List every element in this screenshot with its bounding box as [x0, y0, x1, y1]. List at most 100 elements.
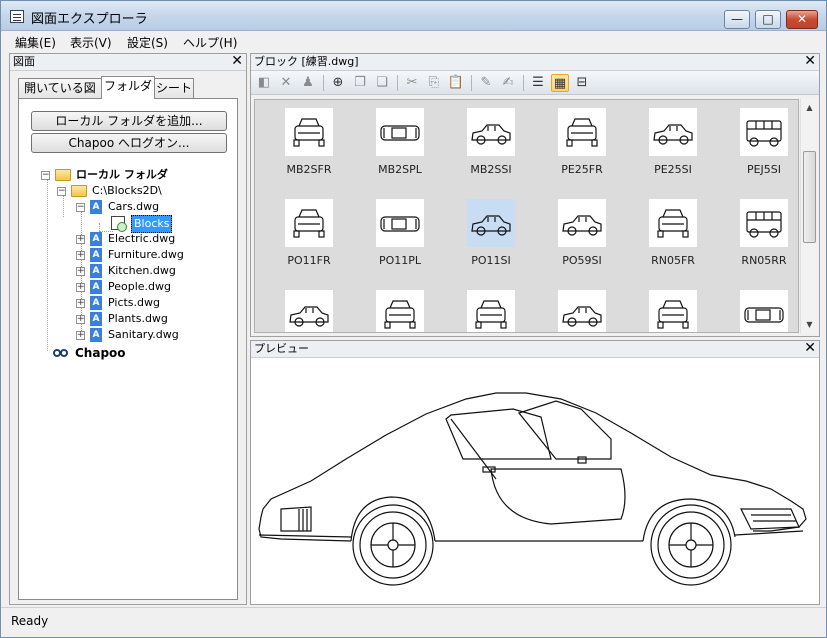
tree-node-path[interactable]: − C:\Blocks2D\ [57, 183, 227, 199]
block-thumbnail[interactable]: PO11FR [264, 199, 354, 279]
close-button[interactable]: ✕ [786, 10, 818, 29]
purge-icon[interactable]: ♟ [299, 74, 317, 92]
expand-icon[interactable]: + [76, 299, 85, 308]
block-thumbnail[interactable]: RN05RR [719, 199, 798, 279]
cut-icon[interactable]: ✂ [403, 74, 421, 92]
tree-label-file: Plants.dwg [108, 312, 168, 325]
tree-node-local-folder[interactable]: − ローカル フォルダ [41, 167, 231, 183]
edit-icon[interactable]: ✎ [477, 74, 495, 92]
blocks-panel-close-icon[interactable]: ✕ [804, 53, 816, 69]
expand-icon[interactable]: + [76, 331, 85, 340]
dwg-file-icon: A [90, 200, 102, 214]
tree-node-chapoo[interactable]: Chapoo [53, 345, 213, 361]
block-thumbnail[interactable] [446, 290, 536, 332]
block-name: PE25SI [654, 163, 692, 176]
edit-attributes-icon[interactable]: ✍ [499, 74, 517, 92]
collapse-icon[interactable]: − [76, 203, 85, 212]
scroll-down-icon[interactable]: ▼ [801, 320, 818, 329]
expand-icon[interactable]: + [76, 283, 85, 292]
menu-view[interactable]: 表示(V) [70, 34, 112, 51]
menu-settings[interactable]: 設定(S) [127, 34, 168, 51]
block-thumbnail[interactable]: PE25SI [628, 108, 718, 188]
tree-label-file: Cars.dwg [108, 200, 160, 213]
expand-icon[interactable]: + [76, 235, 85, 244]
dwg-file-icon: A [90, 232, 102, 246]
list-view-icon[interactable]: ☰ [529, 74, 547, 92]
block-thumbnail[interactable]: MB2SSI [446, 108, 536, 188]
blocks-panel-title: ブロック [練習.dwg] [254, 55, 359, 68]
dwg-file-icon: A [90, 312, 102, 326]
block-thumbnail[interactable]: RN05FR [628, 199, 718, 279]
insert-block-icon[interactable]: ◧ [255, 74, 273, 92]
dwg-file-icon: A [90, 264, 102, 278]
folder-tab-content: ローカル フォルダを追加... Chapoo へログオン... − ローカル フ… [18, 98, 238, 600]
tree-label-file: Picts.dwg [108, 296, 160, 309]
tab-sheet[interactable]: シート [154, 78, 194, 98]
tree-node-furniture[interactable]: + A Furniture.dwg [76, 247, 226, 263]
block-thumbnail[interactable]: PEJ5SI [719, 108, 798, 188]
tree-node-sanitary[interactable]: + A Sanitary.dwg [76, 327, 226, 343]
menu-help[interactable]: ヘルプ(H) [183, 34, 237, 51]
block-thumbnail[interactable] [537, 290, 627, 332]
blocks-scrollbar[interactable]: ▲ ▼ [800, 99, 817, 333]
tab-open-drawings[interactable]: 開いている図面 [18, 78, 102, 113]
car-block-icon [649, 290, 697, 332]
scroll-up-icon[interactable]: ▲ [801, 103, 818, 112]
delete-icon[interactable]: ✕ [277, 74, 295, 92]
tree-label-file: Kitchen.dwg [108, 264, 176, 277]
tree-node-blocks[interactable]: Blocks [111, 215, 181, 233]
scrollbar-thumb[interactable] [803, 151, 816, 243]
block-name: PO11SI [471, 254, 511, 267]
status-text: Ready [11, 614, 49, 628]
expand-icon[interactable]: + [76, 267, 85, 276]
blocks-panel-header: ブロック [練習.dwg] ✕ [251, 53, 819, 71]
tree-view-icon[interactable]: ⊟ [573, 74, 591, 92]
car-block-icon [467, 108, 515, 156]
collapse-icon[interactable]: − [41, 171, 50, 180]
tree-node-cars[interactable]: − A Cars.dwg [76, 199, 226, 215]
block-thumbnail[interactable] [719, 290, 798, 332]
block-name: RN05FR [651, 254, 695, 267]
block-thumbnail[interactable] [628, 290, 718, 332]
block-name: PE25FR [561, 163, 603, 176]
drawings-panel-close-icon[interactable]: ✕ [231, 53, 243, 69]
expand-icon[interactable]: + [76, 251, 85, 260]
tree-label-file: Sanitary.dwg [108, 328, 179, 341]
maximize-button[interactable]: □ [755, 10, 781, 29]
title-bar[interactable]: 図面エクスプローラ — □ ✕ [1, 1, 826, 31]
preview-panel: プレビュー ✕ [250, 340, 820, 605]
minimize-button[interactable]: — [724, 10, 750, 29]
tree-node-electric[interactable]: + A Electric.dwg [76, 231, 226, 247]
car-block-icon [467, 290, 515, 332]
menu-edit[interactable]: 編集(E) [15, 34, 56, 51]
block-thumbnail[interactable]: PO11SI [446, 199, 536, 279]
paste-icon[interactable]: 📋 [447, 74, 465, 92]
collapse-icon[interactable]: − [57, 187, 66, 196]
chapoo-logon-button[interactable]: Chapoo へログオン... [31, 133, 227, 153]
tree-node-kitchen[interactable]: + A Kitchen.dwg [76, 263, 226, 279]
main-window: 図面エクスプローラ — □ ✕ 編集(E) 表示(V) 設定(S) ヘルプ(H)… [0, 0, 827, 638]
dwg-file-icon: A [90, 280, 102, 294]
block-thumbnail[interactable]: MB2SPL [355, 108, 445, 188]
icon-view-icon[interactable]: ▦ [551, 74, 569, 92]
car-block-icon [376, 199, 424, 247]
paste-block-icon[interactable]: ❏ [373, 74, 391, 92]
preview-panel-close-icon[interactable]: ✕ [804, 340, 816, 356]
tab-folder[interactable]: フォルダ [101, 76, 155, 99]
tree-node-picts[interactable]: + A Picts.dwg [76, 295, 226, 311]
minimize-icon: — [731, 12, 743, 26]
block-thumbnail[interactable]: MB2SFR [264, 108, 354, 188]
add-local-folder-button[interactable]: ローカル フォルダを追加... [31, 111, 227, 131]
tree-label-path: C:\Blocks2D\ [92, 184, 162, 197]
copy-block-icon[interactable]: ❐ [351, 74, 369, 92]
copy-icon[interactable]: ⎘ [425, 74, 443, 92]
block-thumbnail[interactable] [264, 290, 354, 332]
block-thumbnail[interactable]: PE25FR [537, 108, 627, 188]
block-attribute-icon[interactable]: ⊕ [329, 74, 347, 92]
expand-icon[interactable]: + [76, 315, 85, 324]
tree-node-people[interactable]: + A People.dwg [76, 279, 226, 295]
tree-node-plants[interactable]: + A Plants.dwg [76, 311, 226, 327]
block-thumbnail[interactable] [355, 290, 445, 332]
block-thumbnail[interactable]: PO59SI [537, 199, 627, 279]
block-thumbnail[interactable]: PO11PL [355, 199, 445, 279]
